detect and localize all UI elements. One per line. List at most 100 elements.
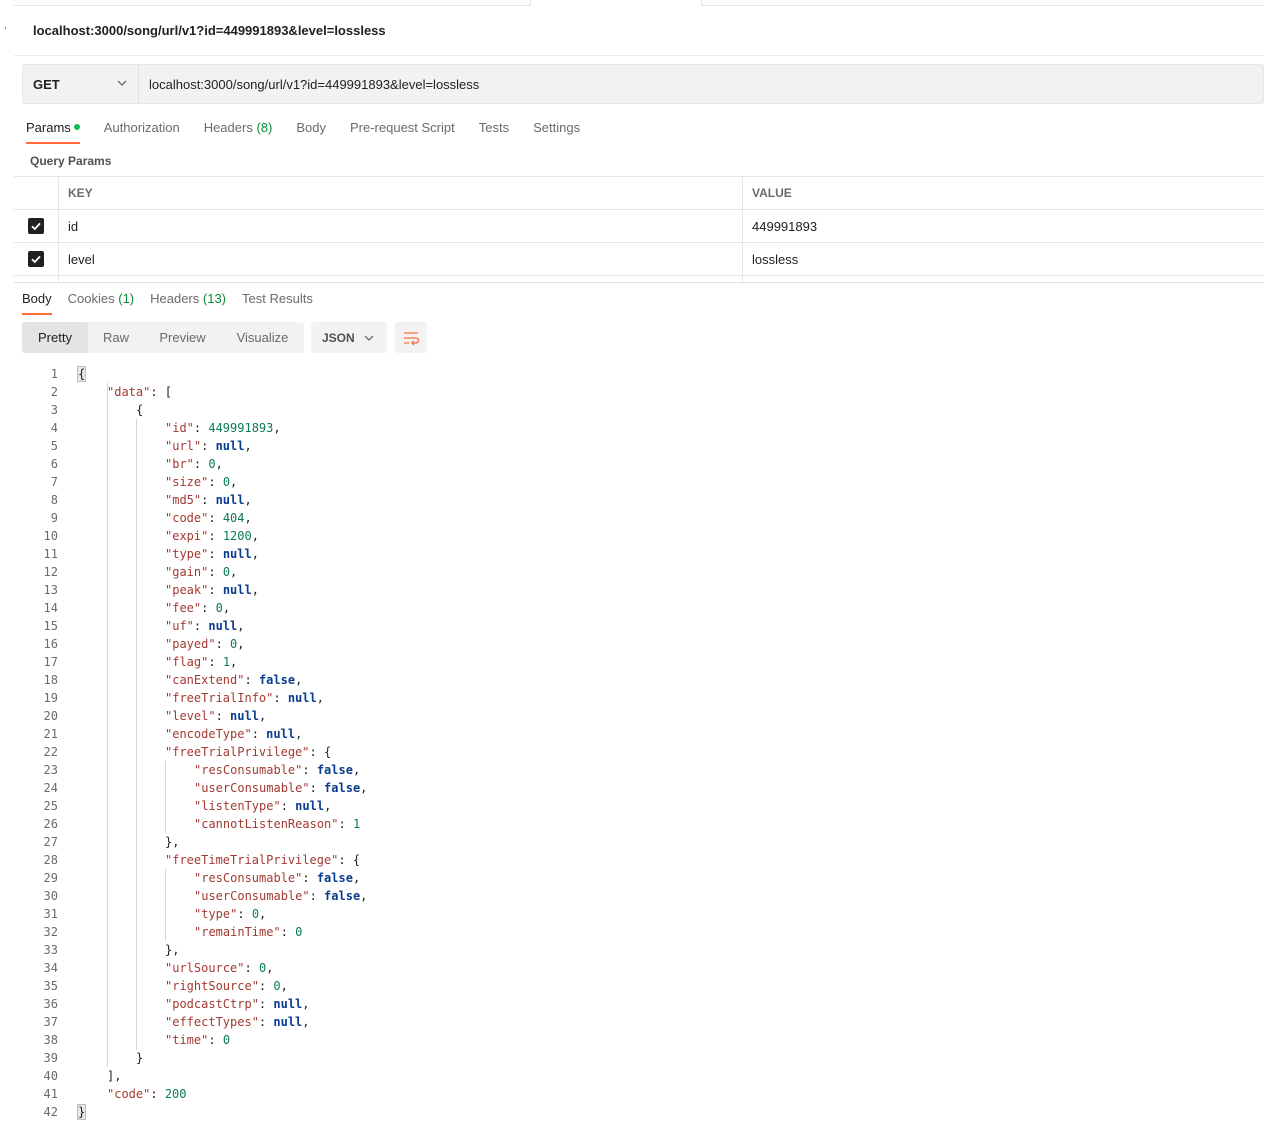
view-pretty-button[interactable]: Pretty: [22, 322, 88, 353]
code-text: "type": 0,: [194, 907, 267, 921]
tab-label: Params: [26, 120, 71, 135]
param-checkbox[interactable]: [28, 251, 44, 267]
code-text: "code": 404,: [165, 511, 252, 525]
param-value[interactable]: lossless: [743, 252, 798, 267]
url-bar: GET localhost:3000/song/url/v1?id=449991…: [22, 64, 1264, 104]
line-number: 13: [43, 583, 58, 597]
line-number: 7: [50, 475, 58, 489]
param-key[interactable]: level: [59, 243, 743, 275]
line-number: 5: [50, 439, 58, 453]
code-text: "resConsumable": false,: [194, 763, 361, 777]
view-preview-button[interactable]: Preview: [144, 322, 221, 353]
tab-body[interactable]: Body: [296, 120, 326, 144]
tab-response-headers[interactable]: Headers (13): [150, 291, 226, 315]
tab-params[interactable]: Params: [26, 120, 80, 144]
response-view-toolbar: Pretty Raw Preview Visualize JSON: [22, 322, 427, 353]
code-text: "effectTypes": null,: [165, 1015, 310, 1029]
tab-cookies[interactable]: Cookies (1): [68, 291, 134, 315]
line-number: 18: [43, 673, 58, 687]
line-number: 15: [43, 619, 58, 633]
code-text: "payed": 0,: [165, 637, 245, 651]
query-params-table: KEY VALUE id 449991893 level lossless: [14, 176, 1264, 283]
tab-label: Body: [296, 120, 326, 135]
tab-label: Settings: [533, 120, 581, 135]
response-body-viewer[interactable]: 1{2 "data": [3{4 "id": 449991893, 5 "url": n…: [0, 365, 1264, 1121]
tab-label: Authorization: [103, 120, 180, 135]
code-line: 27},: [0, 833, 1264, 851]
param-value[interactable]: 449991893: [743, 219, 817, 234]
line-number: 8: [50, 493, 58, 507]
view-raw-button[interactable]: Raw: [88, 322, 144, 353]
code-line: 16 "payed": 0,: [0, 635, 1264, 653]
line-number: 11: [43, 547, 58, 561]
code-text: "remainTime": 0: [194, 925, 303, 939]
line-number: 27: [43, 835, 58, 849]
code-text: "canExtend": false,: [165, 673, 303, 687]
tab-label: Pre-request Script: [349, 120, 455, 135]
code-text: ],: [107, 1069, 122, 1083]
code-text: "data": [: [107, 385, 173, 399]
method-select[interactable]: GET: [23, 65, 139, 103]
code-line: 37 "effectTypes": null,: [0, 1013, 1264, 1031]
line-number: 32: [43, 925, 58, 939]
tab-test-results[interactable]: Test Results: [242, 291, 313, 315]
line-number: 30: [43, 889, 58, 903]
format-select[interactable]: JSON: [311, 322, 387, 353]
tab-authorization[interactable]: Authorization: [104, 120, 180, 144]
code-text: "cannotListenReason": 1: [194, 817, 361, 831]
tab-count: (1): [118, 291, 135, 306]
line-number: 35: [43, 979, 58, 993]
code-line: 40],: [0, 1067, 1264, 1085]
line-number: 31: [43, 907, 58, 921]
code-line: 7 "size": 0,: [0, 473, 1264, 491]
line-number: 24: [43, 781, 58, 795]
param-checkbox[interactable]: [28, 218, 44, 234]
wrap-lines-button[interactable]: [395, 322, 427, 353]
param-key[interactable]: id: [59, 210, 743, 242]
line-number: 25: [43, 799, 58, 813]
line-number: 19: [43, 691, 58, 705]
code-text: "podcastCtrp": null,: [165, 997, 310, 1011]
active-request-tab[interactable]: [530, 0, 702, 6]
tab-response-body[interactable]: Body: [22, 291, 52, 315]
line-number: 28: [43, 853, 58, 867]
line-number: 23: [43, 763, 58, 777]
code-text: {: [76, 366, 87, 382]
tab-label: Headers: [203, 120, 253, 135]
table-row: level lossless: [14, 242, 1264, 275]
sidebar-collapse-handle[interactable]: ,: [4, 20, 7, 31]
code-line: 10 "expi": 1200,: [0, 527, 1264, 545]
request-title[interactable]: localhost:3000/song/url/v1?id=449991893&…: [33, 23, 386, 38]
code-line: 39}: [0, 1049, 1264, 1067]
code-text: "code": 200: [107, 1087, 187, 1101]
view-visualize-button[interactable]: Visualize: [221, 322, 304, 353]
code-text: },: [165, 943, 180, 957]
line-number: 9: [50, 511, 58, 525]
code-text: "expi": 1200,: [165, 529, 259, 543]
line-number: 1: [50, 367, 58, 381]
code-text: "userConsumable": false,: [194, 889, 368, 903]
tab-settings[interactable]: Settings: [533, 120, 580, 144]
code-line: 35 "rightSource": 0,: [0, 977, 1264, 995]
code-line: 34 "urlSource": 0,: [0, 959, 1264, 977]
divider: [14, 55, 1264, 56]
code-text: }: [136, 1051, 144, 1065]
line-number: 36: [43, 997, 58, 1011]
tab-headers[interactable]: Headers (8): [204, 120, 273, 144]
line-number: 37: [43, 1015, 58, 1029]
code-line: 5 "url": null,: [0, 437, 1264, 455]
tab-pre-request-script[interactable]: Pre-request Script: [350, 120, 455, 144]
code-line: 28 "freeTimeTrialPrivilege": {: [0, 851, 1264, 869]
line-number: 38: [43, 1033, 58, 1047]
code-line: 23 "resConsumable": false,: [0, 761, 1264, 779]
pane-resize-handle[interactable]: [14, 282, 1264, 283]
line-number: 4: [50, 421, 58, 435]
code-text: "resConsumable": false,: [194, 871, 361, 885]
tab-label: Tests: [478, 120, 510, 135]
tab-label: Test Results: [242, 291, 313, 306]
tab-tests[interactable]: Tests: [479, 120, 509, 144]
url-input[interactable]: localhost:3000/song/url/v1?id=449991893&…: [139, 77, 479, 92]
code-text: "id": 449991893,: [165, 421, 281, 435]
code-text: "freeTrialInfo": null,: [165, 691, 324, 705]
line-number: 6: [50, 457, 58, 471]
